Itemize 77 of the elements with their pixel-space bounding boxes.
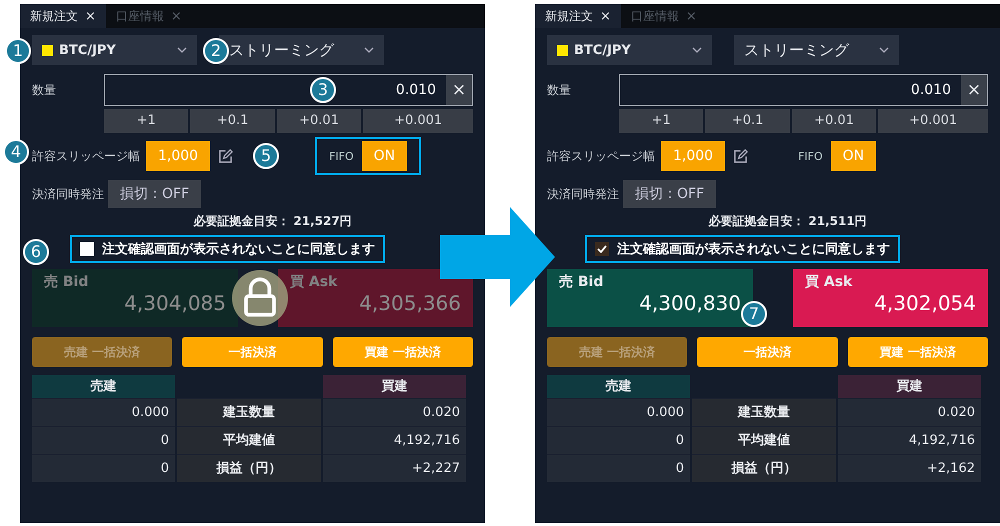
settle-label: 決済同時発注 xyxy=(32,186,104,202)
chevron-down-icon xyxy=(364,47,374,53)
chevron-down-icon xyxy=(177,47,187,53)
callout-number: 4 xyxy=(3,139,29,165)
increment-button[interactable]: +0.1 xyxy=(705,109,790,133)
table-cell: 0.000 xyxy=(32,398,175,426)
ask-price-button[interactable]: 買 Ask 4,305,366 xyxy=(278,269,473,327)
checkbox-label: 注文確認画面が表示されないことに同意します xyxy=(617,240,890,258)
quantity-field[interactable]: 0.010 × xyxy=(619,74,988,106)
fifo-label: FIFO xyxy=(329,150,354,162)
slippage-label: 許容スリッページ幅 xyxy=(547,148,655,164)
quantity-label: 数量 xyxy=(32,82,57,98)
row-label: 建玉数量 xyxy=(177,398,321,426)
table-cell: 0 xyxy=(32,426,175,454)
row-label: 損益（円） xyxy=(692,454,836,482)
callout-number: 5 xyxy=(253,143,280,169)
increment-button[interactable]: +0.001 xyxy=(878,109,988,133)
clear-button[interactable]: × xyxy=(446,75,472,105)
lock-icon[interactable] xyxy=(232,270,288,326)
row-label: 建玉数量 xyxy=(692,398,836,426)
table-cell: 0 xyxy=(547,426,690,454)
column-header: 買建 xyxy=(838,375,981,398)
edit-icon[interactable] xyxy=(733,148,748,164)
quantity-value: 0.010 xyxy=(910,81,952,100)
checkbox-label: 注文確認画面が表示されないことに同意します xyxy=(102,240,375,258)
table-cell: +2,227 xyxy=(323,454,466,482)
row-label: 損益（円） xyxy=(177,454,321,482)
chevron-down-icon xyxy=(879,47,889,53)
callout-number: 6 xyxy=(23,239,49,265)
table-cell: 4,192,716 xyxy=(323,426,466,454)
checkbox[interactable] xyxy=(80,242,94,256)
row-label: 平均建値 xyxy=(692,426,836,454)
margin-estimate: 必要証拠金目安： 21,511円 xyxy=(707,213,868,230)
increment-button[interactable]: +0.001 xyxy=(363,109,474,133)
column-header: 売建 xyxy=(32,375,175,398)
clear-button[interactable]: × xyxy=(961,75,987,105)
mode-dropdown[interactable]: ストリーミング xyxy=(219,35,384,65)
stop-loss-button[interactable]: 損切：OFF xyxy=(623,180,716,208)
close-icon[interactable]: × xyxy=(600,8,611,24)
table-cell: 0.020 xyxy=(323,398,466,426)
close-icon[interactable]: × xyxy=(85,8,96,24)
column-header: 買建 xyxy=(323,375,466,398)
settle-label: 決済同時発注 xyxy=(547,186,619,202)
tab[interactable]: 新規注文 × xyxy=(535,4,621,28)
fifo-label: FIFO xyxy=(798,150,823,162)
row-label: 平均建値 xyxy=(177,426,321,454)
table-cell: 0.000 xyxy=(547,398,690,426)
slippage-label: 許容スリッページ幅 xyxy=(32,148,140,164)
callout-number: 1 xyxy=(5,38,31,64)
increment-button[interactable]: +0.01 xyxy=(792,109,876,133)
table-cell: 4,192,716 xyxy=(838,426,981,454)
mode-dropdown[interactable]: ストリーミング xyxy=(734,35,899,65)
chevron-down-icon xyxy=(692,47,702,53)
callout-number: 2 xyxy=(203,38,229,64)
increment-button[interactable]: +1 xyxy=(619,109,704,133)
bid-price-button[interactable]: 売 Bid 4,304,085 xyxy=(32,269,238,327)
margin-estimate: 必要証拠金目安： 21,527円 xyxy=(192,213,353,230)
quantity-value: 0.010 xyxy=(396,81,437,100)
increment-button[interactable]: +0.01 xyxy=(276,109,362,133)
callout-number: 3 xyxy=(310,77,336,103)
edit-icon[interactable] xyxy=(218,148,234,164)
quantity-label: 数量 xyxy=(547,82,572,98)
table-cell: 0.020 xyxy=(838,398,981,426)
callout-number: 7 xyxy=(741,301,767,327)
column-header: 売建 xyxy=(547,375,690,398)
pair-dropdown[interactable]: BTC/JPY xyxy=(547,35,712,65)
quantity-field[interactable]: 3 0.010 × xyxy=(104,74,473,106)
table-cell: +2,162 xyxy=(838,454,981,482)
pair-dropdown[interactable]: BTC/JPY xyxy=(32,35,197,65)
tab[interactable]: 新規注文 × xyxy=(20,4,106,28)
increment-button[interactable]: +1 xyxy=(104,109,188,133)
table-cell: 0 xyxy=(547,454,690,482)
increment-button[interactable]: +0.1 xyxy=(190,109,275,133)
table-cell: 0 xyxy=(32,454,175,482)
checkbox[interactable] xyxy=(595,242,609,256)
ask-price-button[interactable]: 買 Ask 4,302,054 xyxy=(793,269,988,327)
stop-loss-button[interactable]: 損切：OFF xyxy=(108,180,202,208)
